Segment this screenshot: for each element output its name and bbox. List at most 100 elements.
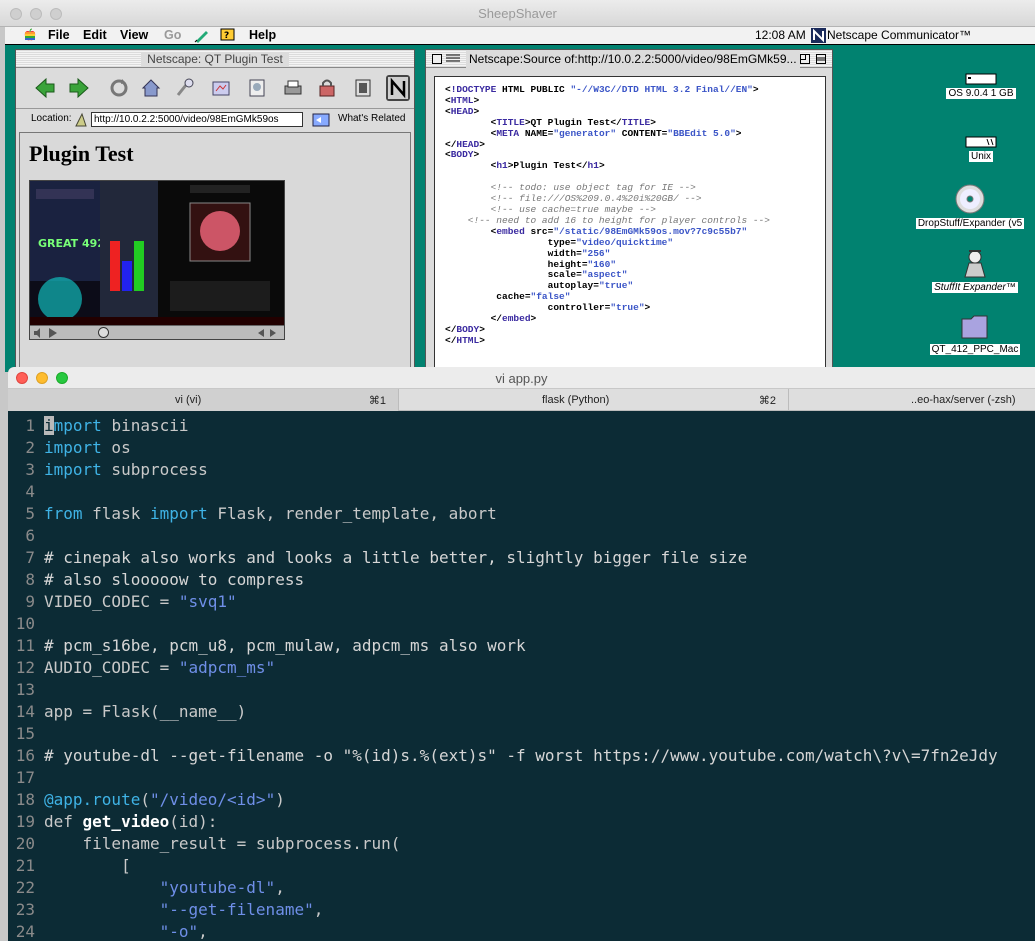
code-line: 13 [8, 679, 1035, 701]
line-number: 2 [25, 438, 35, 457]
forward-icon[interactable] [68, 77, 90, 99]
close-box-icon[interactable] [432, 54, 442, 64]
menubar-clock: 12:08 AM [755, 28, 806, 42]
code-text: def get_video(id): [44, 812, 218, 831]
editor-buffer[interactable]: 1 import binascii 2 import os 3 import subpro… [8, 415, 1035, 941]
line-number: 9 [25, 592, 35, 611]
line-number: 10 [15, 614, 35, 633]
video-frame: GREAT 492 [30, 181, 284, 327]
guide-icon[interactable] [210, 77, 232, 99]
desktop-icon-unix[interactable]: Unix [941, 136, 1021, 162]
line-number: 21 [15, 856, 35, 875]
security-icon[interactable] [316, 77, 338, 99]
bookmark-icon[interactable] [193, 28, 209, 43]
tab-label: flask (Python) [542, 394, 610, 406]
desktop-icon-label: QT_412_PPC_Mac [929, 344, 1021, 355]
line-number: 14 [15, 702, 35, 721]
quicktime-movie[interactable]: GREAT 492 [29, 180, 285, 340]
line-number: 7 [25, 548, 35, 567]
window-title: SheepShaver [478, 6, 557, 21]
active-app-label[interactable]: Netscape Communicator™ [827, 28, 971, 42]
terminal-title: vi app.py [495, 371, 548, 386]
page-proxy-icon[interactable] [74, 112, 88, 128]
volume-icon[interactable] [33, 328, 43, 338]
stop-icon[interactable] [352, 77, 374, 99]
step-icon[interactable] [256, 328, 284, 338]
browser-title: Netscape: QT Plugin Test [141, 52, 289, 66]
netscape-throbber-icon[interactable] [386, 75, 410, 101]
code-line: 17 [8, 767, 1035, 789]
terminal-titlebar[interactable]: vi app.py [8, 367, 1035, 389]
menubar: File Edit View Go ? Help 12:08 AM Netsca… [5, 27, 1035, 45]
code-line: 10 [8, 613, 1035, 635]
screen: SheepShaver File Edit View Go ? Help 12:… [0, 0, 1035, 941]
code-text: import binascii [44, 416, 189, 435]
back-icon[interactable] [34, 77, 56, 99]
url-input[interactable] [91, 112, 303, 127]
code-text: app = Flask(__name__) [44, 702, 247, 721]
mac-desktop: File Edit View Go ? Help 12:08 AM Netsca… [5, 27, 1035, 372]
folder-icon [961, 315, 988, 339]
line-number: 20 [15, 834, 35, 853]
source-line: <!DOCTYPE HTML PUBLIC "-//W3C//DTD HTML … [445, 84, 759, 95]
source-line: </HTML> [445, 334, 485, 346]
tab-label: ..eo-hax/server (-zsh) [911, 394, 1016, 406]
reload-icon[interactable] [108, 77, 130, 99]
cd-icon [955, 184, 985, 214]
playhead-slider[interactable] [98, 327, 109, 338]
code-line: 18 @app.route("/video/<id>") [8, 789, 1035, 811]
movie-controller[interactable] [30, 325, 284, 339]
code-text: "youtube-dl", [159, 878, 285, 897]
desktop-icon-label: Unix [968, 151, 993, 162]
menu-go[interactable]: Go [164, 28, 181, 42]
sheepshaver-titlebar[interactable]: SheepShaver [0, 0, 1035, 27]
browser-titlebar[interactable]: Netscape: QT Plugin Test [16, 50, 414, 68]
zoom-box-icon[interactable] [800, 54, 810, 64]
code-line: 1 import binascii [8, 415, 1035, 437]
collapse-box-icon[interactable] [816, 54, 826, 64]
menu-file[interactable]: File [48, 28, 70, 42]
help-balloon-icon[interactable]: ? [220, 28, 236, 43]
desktop-icon-qt-folder[interactable]: QT_412_PPC_Mac [925, 311, 1025, 355]
play-icon[interactable] [48, 328, 58, 338]
search-icon[interactable] [174, 77, 196, 99]
tab-zsh[interactable]: ..eo-hax/server (-zsh) [789, 389, 1035, 411]
desktop-icon-os9[interactable]: OS 9.0.4 1 GB [941, 73, 1021, 99]
source-line: <HTML> [445, 94, 480, 106]
code-line: 11 # pcm_s16be, pcm_u8, pcm_mulaw, adpcm_… [8, 635, 1035, 657]
netscape-app-icon[interactable] [811, 28, 826, 43]
apple-menu-icon[interactable] [23, 28, 37, 42]
source-titlebar[interactable]: Netscape:Source of:http://10.0.2.2:5000/… [426, 50, 832, 68]
line-number: 8 [25, 570, 35, 589]
whats-related-icon[interactable] [312, 111, 330, 129]
line-number: 6 [25, 526, 35, 545]
page-heading: Plugin Test [29, 141, 134, 166]
tab-vi[interactable]: vi (vi) ⌘1 [8, 389, 399, 411]
source-pane[interactable]: <!DOCTYPE HTML PUBLIC "-//W3C//DTD HTML … [434, 76, 826, 371]
whats-related-label[interactable]: What's Related [338, 113, 406, 124]
tab-shortcut: ⌘1 [368, 395, 386, 407]
terminal-window: vi app.py vi (vi) ⌘1 flask (Python) ⌘2 .… [8, 367, 1035, 941]
source-title: Netscape:Source of:http://10.0.2.2:5000/… [466, 50, 800, 68]
source-line: <h1>Plugin Test</h1> [445, 160, 605, 172]
menu-help[interactable]: Help [249, 28, 276, 42]
desktop-icon-label: StuffIt Expander™ [932, 282, 1018, 293]
menu-view[interactable]: View [120, 28, 148, 42]
hard-disk-icon [965, 73, 997, 85]
terminal-tabs: vi (vi) ⌘1 flask (Python) ⌘2 ..eo-hax/se… [8, 389, 1035, 411]
menu-edit[interactable]: Edit [83, 28, 107, 42]
code-line: 4 [8, 481, 1035, 503]
code-line: 16 # youtube-dl --get-filename -o "%(id)s… [8, 745, 1035, 767]
print-icon[interactable] [282, 77, 304, 99]
desktop-icon-stuffit[interactable]: StuffIt Expander™ [925, 247, 1025, 293]
location-label: Location: [31, 113, 72, 124]
line-number: 17 [15, 768, 35, 787]
code-line: 6 [8, 525, 1035, 547]
source-line: </embed> [445, 313, 537, 325]
line-number: 24 [15, 922, 35, 941]
images-icon[interactable] [246, 77, 268, 99]
home-icon[interactable] [140, 77, 162, 99]
desktop-icon-dropstuff[interactable]: DropStuff/Expander (v5 [905, 183, 1035, 229]
tab-flask[interactable]: flask (Python) ⌘2 [399, 389, 789, 411]
code-text: # youtube-dl --get-filename -o "%(id)s.%… [44, 746, 998, 765]
